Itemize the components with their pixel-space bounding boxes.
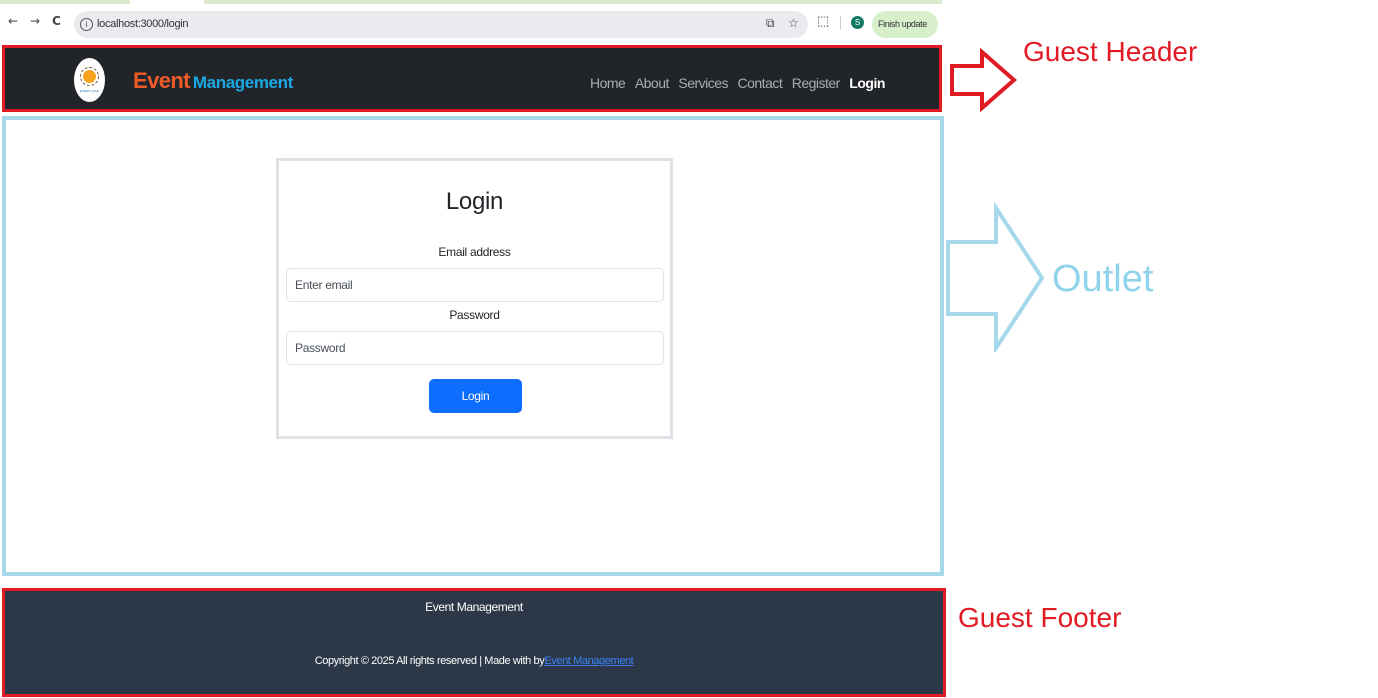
finish-update-button[interactable]: Finish update ⋮ bbox=[872, 11, 938, 57]
logo-text: EVENT LOGO bbox=[79, 89, 100, 93]
page: ← → C i localhost:3000/login ⧉ ☆ ⬚ S Fin… bbox=[0, 0, 1378, 698]
footer-title: Event Management bbox=[425, 600, 523, 614]
login-title: Login bbox=[445, 188, 504, 215]
forward-icon[interactable]: → bbox=[30, 14, 40, 28]
browser-toolbar: ← → C i localhost:3000/login ⧉ ☆ ⬚ S Fin… bbox=[0, 0, 942, 57]
nav-services[interactable]: Services bbox=[678, 75, 728, 91]
bookmark-star-icon[interactable]: ☆ bbox=[788, 16, 799, 30]
tab-strip bbox=[0, 0, 942, 4]
password-field[interactable] bbox=[286, 331, 664, 365]
main-nav: Home About Services Contact Register Log… bbox=[590, 75, 890, 93]
toolbar-divider bbox=[840, 16, 841, 30]
login-button[interactable]: Login bbox=[429, 379, 522, 413]
nav-register[interactable]: Register bbox=[792, 75, 841, 91]
outlet-region: Login Email address Password Login bbox=[2, 116, 944, 576]
nav-contact[interactable]: Contact bbox=[738, 75, 783, 91]
guest-footer-annotation: Guest Footer bbox=[958, 602, 1122, 633]
outlet-annotation: Outlet bbox=[1052, 258, 1154, 300]
guest-footer: Event Management Copyright © 2025 All ri… bbox=[2, 588, 946, 697]
finish-update-label: Finish update bbox=[878, 19, 927, 29]
brand-name[interactable]: Event Management bbox=[133, 68, 293, 94]
guest-header: EVENT LOGO Event Management Home About Se… bbox=[2, 45, 942, 112]
copyright-text: Copyright © 2025 All rights reserved | M… bbox=[314, 655, 545, 667]
brand-primary: Event bbox=[133, 68, 191, 93]
site-info-icon[interactable]: i bbox=[80, 18, 93, 31]
nav-login[interactable]: Login bbox=[849, 75, 885, 91]
footer-copyright: Copyright © 2025 All rights reserved | M… bbox=[5, 655, 943, 667]
profile-avatar[interactable]: S bbox=[851, 16, 864, 29]
install-app-icon[interactable]: ⧉ bbox=[766, 16, 775, 31]
outlet-arrow-icon bbox=[946, 202, 1045, 352]
active-tab[interactable] bbox=[130, 0, 204, 4]
login-card: Login Email address Password Login bbox=[276, 158, 673, 439]
brand-secondary: Management bbox=[192, 73, 293, 92]
nav-home[interactable]: Home bbox=[590, 75, 626, 91]
nav-about[interactable]: About bbox=[635, 75, 670, 91]
email-label: Email address bbox=[438, 245, 511, 259]
site-logo[interactable]: EVENT LOGO bbox=[74, 58, 105, 102]
back-icon[interactable]: ← bbox=[8, 14, 18, 28]
footer-link[interactable]: Event Management bbox=[544, 655, 633, 667]
reload-icon[interactable]: C bbox=[52, 14, 61, 28]
url-text[interactable]: localhost:3000/login bbox=[97, 18, 189, 30]
address-bar[interactable]: i localhost:3000/login ⧉ ☆ bbox=[74, 11, 808, 38]
guest-header-annotation: Guest Header bbox=[1023, 36, 1198, 67]
header-arrow-icon bbox=[950, 48, 1018, 112]
email-field[interactable] bbox=[286, 268, 664, 302]
password-label: Password bbox=[449, 308, 500, 322]
extensions-icon[interactable]: ⬚ bbox=[817, 13, 829, 29]
logo-sun-icon bbox=[83, 70, 96, 83]
